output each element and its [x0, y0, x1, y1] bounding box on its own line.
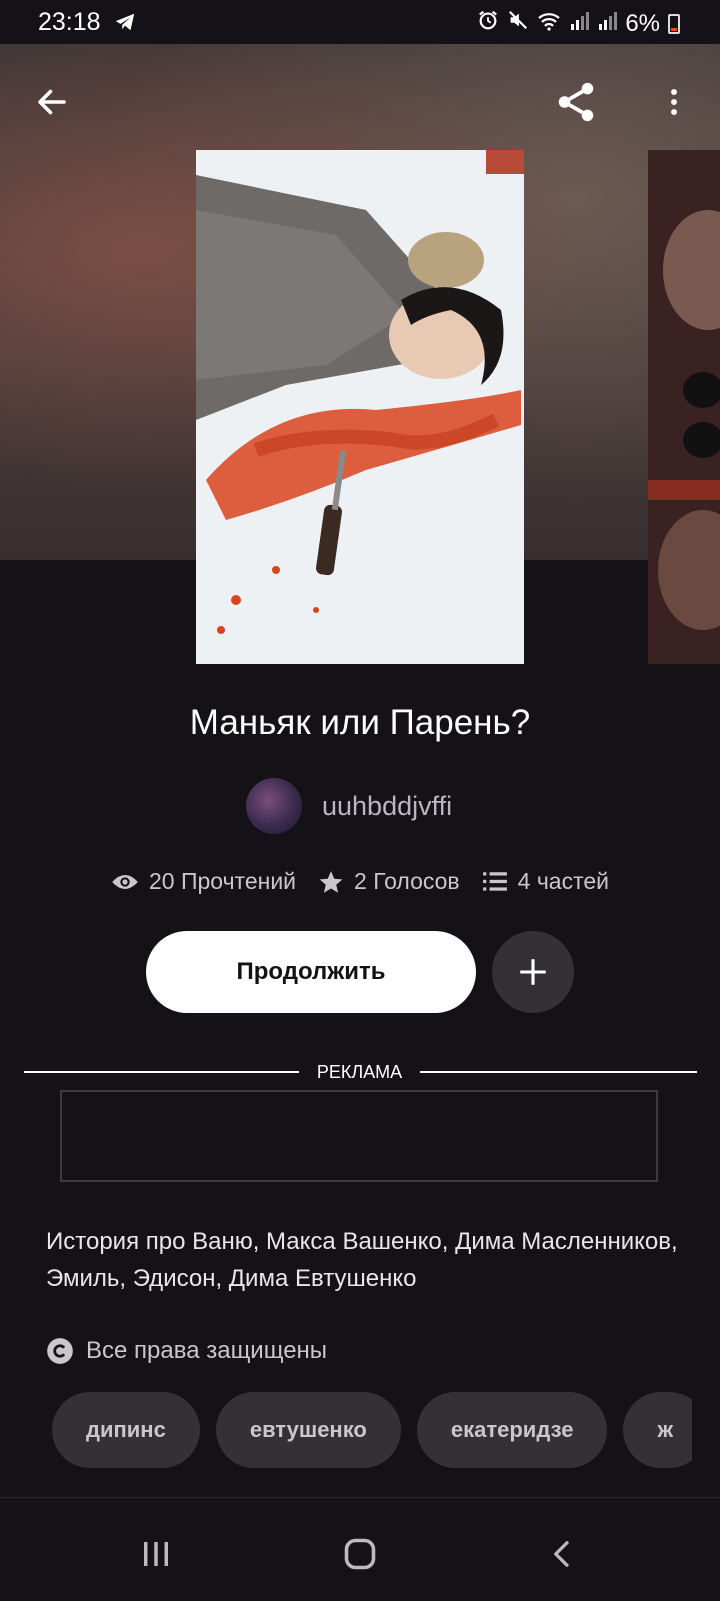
back-icon [554, 1541, 569, 1567]
tag-chip[interactable]: дипинс [52, 1392, 200, 1468]
signal-icon-2 [597, 10, 618, 38]
votes-count: 2 Голосов [354, 868, 460, 894]
story-title: Маньяк или Парень? [189, 703, 531, 742]
parts-count: 4 частей [517, 868, 610, 894]
copyright-notice: Все права защищены [46, 1337, 327, 1365]
copyright-text: Все права защищены [86, 1337, 328, 1364]
copyright-icon [47, 1338, 73, 1364]
continue-reading-button[interactable]: Продолжить [146, 931, 476, 1013]
cover-illustration [196, 150, 524, 664]
ad-divider-left [24, 1071, 299, 1073]
recent-apps-button[interactable] [132, 1530, 180, 1578]
back-arrow-icon [38, 89, 66, 115]
more-vertical-icon [671, 89, 677, 115]
home-button[interactable] [336, 1530, 384, 1578]
tag-chip[interactable]: екатеридзе [416, 1392, 608, 1468]
top-bar [0, 60, 720, 130]
back-button[interactable] [28, 78, 76, 126]
more-options-button[interactable] [650, 78, 698, 126]
status-bar: 23:18 6% [0, 0, 720, 44]
author-name: uuhbddjvffi [322, 790, 453, 821]
ad-divider-right [420, 1071, 697, 1073]
list-icon [482, 871, 507, 891]
home-icon [344, 1538, 376, 1570]
wifi-icon [537, 10, 561, 38]
reads-count: 20 Прочтений [148, 868, 297, 894]
status-icons: 6% [477, 9, 680, 38]
story-stats: 20 Прочтений 2 Голосов 4 частей [0, 868, 720, 895]
status-time: 23:18 [38, 8, 101, 36]
story-cover[interactable] [196, 150, 524, 664]
story-description: История про Ваню, Макса Вашенко, Дима Ма… [46, 1228, 678, 1292]
parts-stat: 4 частей [482, 868, 609, 895]
tag-chip[interactable]: евтушенко [215, 1392, 401, 1468]
recent-apps-icon [144, 1542, 168, 1566]
next-story-cover[interactable] [648, 150, 720, 664]
star-icon [319, 870, 343, 893]
ad-banner[interactable] [60, 1090, 658, 1182]
battery-percent: 6% [625, 9, 660, 37]
reads-stat: 20 Прочтений [111, 868, 296, 895]
ad-label: РЕКЛАМА [316, 1062, 403, 1082]
system-back-button[interactable] [538, 1530, 586, 1578]
share-icon [558, 82, 594, 122]
plus-icon [520, 959, 546, 985]
author-avatar [246, 778, 302, 834]
tag-chip[interactable]: ж [623, 1392, 692, 1468]
mute-icon [507, 9, 529, 38]
signal-icon [569, 10, 590, 38]
alarm-icon [477, 9, 499, 38]
votes-stat: 2 Голосов [318, 868, 460, 895]
system-nav-bar [0, 1497, 720, 1601]
next-cover-illustration [648, 150, 720, 664]
eye-icon [112, 874, 138, 889]
share-button[interactable] [552, 78, 600, 126]
tag-list: дипинс евтушенко екатеридзе ж [52, 1392, 692, 1468]
battery-icon [668, 13, 680, 34]
telegram-icon [114, 11, 136, 38]
author-link[interactable]: uuhbddjvffi [246, 778, 452, 834]
add-to-library-button[interactable] [492, 931, 574, 1013]
